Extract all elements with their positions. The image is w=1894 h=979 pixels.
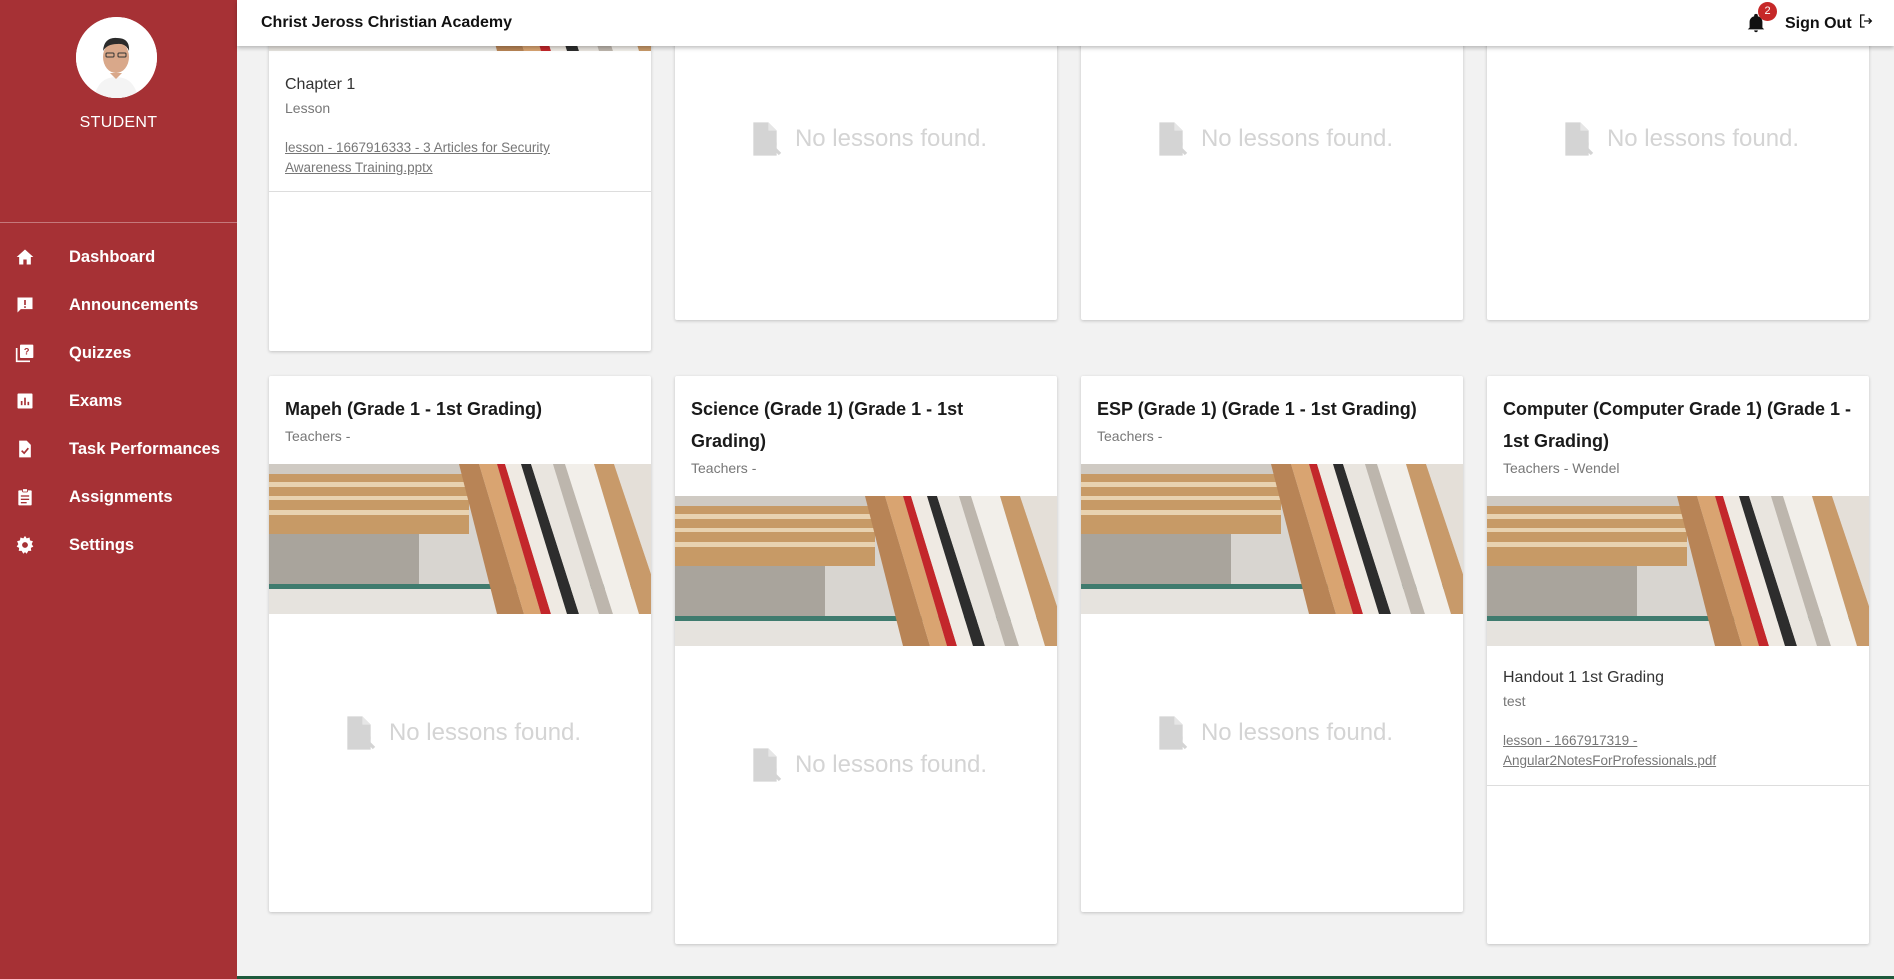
sidebar-item-label: Assignments	[69, 487, 173, 506]
file-icon	[745, 743, 785, 787]
empty-state: No lessons found.	[1081, 117, 1463, 161]
books-image	[1081, 464, 1463, 614]
sidebar-item-exams[interactable]: Exams	[0, 377, 237, 425]
notification-badge: 2	[1758, 2, 1777, 21]
sidebar-item-label: Task Performances	[69, 439, 221, 458]
empty-state: No lessons found.	[269, 711, 651, 755]
gear-icon	[14, 534, 36, 556]
file-icon	[1151, 711, 1191, 755]
lesson-title: Chapter 1	[285, 76, 356, 93]
lesson-type: Lesson	[285, 100, 331, 116]
books-image	[269, 464, 651, 614]
chart-icon	[14, 390, 36, 412]
lesson-type: test	[1503, 693, 1526, 709]
sidebar-item-dashboard[interactable]: Dashboard	[0, 233, 237, 281]
course-teachers: Teachers - Wendel	[1503, 460, 1620, 476]
file-icon	[1557, 117, 1597, 161]
card-divider	[269, 191, 651, 192]
file-icon	[1151, 117, 1191, 161]
course-card-esp[interactable]: ESP (Grade 1) (Grade 1 - 1st Grading) Te…	[1081, 376, 1463, 912]
assignment-icon	[14, 486, 36, 508]
course-card[interactable]: No lessons found.	[1487, 0, 1869, 320]
sidebar-item-label: Announcements	[69, 295, 199, 314]
sidebar-item-label: Dashboard	[69, 247, 156, 266]
sidebar-item-label: Exams	[69, 391, 123, 410]
sidebar: STUDENT Dashboard Announcements ? Quizze…	[0, 0, 237, 979]
empty-state: No lessons found.	[675, 117, 1057, 161]
sidebar-nav: Dashboard Announcements ? Quizzes Exams …	[0, 233, 237, 569]
card-divider	[1487, 785, 1869, 786]
empty-state: No lessons found.	[1081, 711, 1463, 755]
sidebar-item-label: Settings	[69, 535, 135, 554]
course-card[interactable]: Chapter 1 Lesson lesson - 1667916333 - 3…	[269, 0, 651, 351]
empty-text: No lessons found.	[1200, 125, 1394, 152]
file-icon	[339, 711, 379, 755]
sidebar-item-announcements[interactable]: Announcements	[0, 281, 237, 329]
task-icon	[14, 438, 36, 460]
user-role: STUDENT	[79, 114, 158, 131]
course-teachers: Teachers -	[691, 460, 757, 476]
course-card[interactable]: No lessons found.	[675, 0, 1057, 320]
course-title: Science (Grade 1) (Grade 1 - 1st Grading…	[691, 399, 964, 451]
sidebar-item-task-performances[interactable]: Task Performances	[0, 425, 237, 473]
empty-state: No lessons found.	[1487, 117, 1869, 161]
topbar: Christ Jeross Christian Academy 2 Sign O…	[237, 0, 1894, 46]
sidebar-item-quizzes[interactable]: ? Quizzes	[0, 329, 237, 377]
course-title: Mapeh (Grade 1 - 1st Grading)	[285, 399, 543, 419]
course-title: Computer (Computer Grade 1) (Grade 1 - 1…	[1503, 399, 1852, 451]
empty-text: No lessons found.	[794, 751, 988, 778]
course-card-mapeh[interactable]: Mapeh (Grade 1 - 1st Grading) Teachers -…	[269, 376, 651, 912]
empty-state: No lessons found.	[675, 743, 1057, 787]
empty-text: No lessons found.	[1200, 719, 1394, 746]
sidebar-item-label: Quizzes	[69, 343, 132, 362]
course-teachers: Teachers -	[1097, 428, 1163, 444]
course-card[interactable]: No lessons found.	[1081, 0, 1463, 320]
sidebar-divider	[0, 222, 237, 223]
course-teachers: Teachers -	[285, 428, 351, 444]
lesson-title: Handout 1 1st Grading	[1503, 669, 1664, 686]
books-image	[1487, 496, 1869, 646]
announcement-icon	[14, 294, 36, 316]
svg-text:?: ?	[24, 347, 30, 357]
logout-icon	[1858, 13, 1874, 34]
quiz-icon: ?	[14, 342, 36, 364]
avatar[interactable]	[76, 17, 157, 98]
lesson-file-link[interactable]: lesson - 1667916333 - 3 Articles for Sec…	[285, 138, 605, 178]
lesson-file-link[interactable]: lesson - 1667917319 - Angular2NotesForPr…	[1503, 731, 1763, 771]
sidebar-item-settings[interactable]: Settings	[0, 521, 237, 569]
home-icon	[14, 246, 36, 268]
school-name: Christ Jeross Christian Academy	[261, 14, 513, 31]
books-image	[675, 496, 1057, 646]
sign-out-label: Sign Out	[1785, 14, 1852, 32]
sign-out-button[interactable]: Sign Out	[1785, 13, 1874, 34]
empty-text: No lessons found.	[388, 719, 582, 746]
file-icon	[745, 117, 785, 161]
empty-text: No lessons found.	[794, 125, 988, 152]
course-card-science[interactable]: Science (Grade 1) (Grade 1 - 1st Grading…	[675, 376, 1057, 944]
course-card-computer[interactable]: Computer (Computer Grade 1) (Grade 1 - 1…	[1487, 376, 1869, 944]
sidebar-item-assignments[interactable]: Assignments	[0, 473, 237, 521]
course-title: ESP (Grade 1) (Grade 1 - 1st Grading)	[1097, 399, 1417, 419]
empty-text: No lessons found.	[1606, 125, 1800, 152]
